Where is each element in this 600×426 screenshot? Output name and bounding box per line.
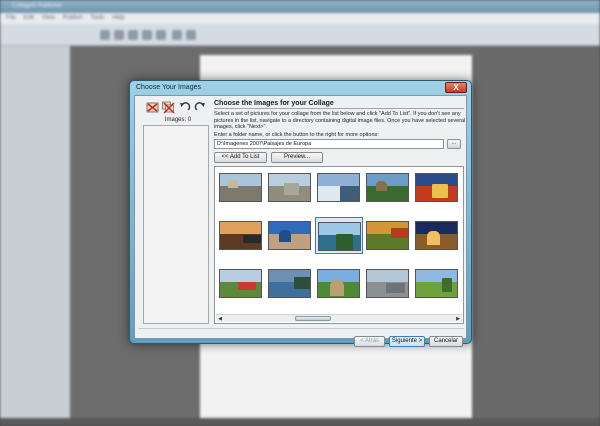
image-thumbnail[interactable] [364,217,412,254]
image-thumbnail[interactable] [413,169,461,206]
background-side-panel [0,46,70,426]
background-menu-bar: File Edit View Publish Tools Help [0,13,600,24]
grid-icon[interactable] [142,30,152,40]
instructions-text: Select a set of pictures for your collag… [214,111,466,130]
background-status-bar [0,418,600,426]
image-gallery[interactable]: ◀ ▶ [214,166,464,324]
browse-folder-button[interactable]: ... [447,139,461,149]
menu-file[interactable]: File [6,15,16,21]
images-count-label: Images: 0 [164,117,192,123]
thumbnail-image [366,269,409,298]
section-divider [214,108,464,109]
background-toolbar [0,24,600,46]
back-button[interactable]: < Atrás [354,336,385,347]
image-thumbnail[interactable] [364,265,412,302]
cancel-button[interactable]: Cancelar [429,336,463,347]
image-thumbnail[interactable] [413,217,461,254]
rotate-right-icon[interactable] [194,101,207,114]
thumbnail-image [268,173,311,202]
remove-all-icon[interactable] [162,101,175,114]
scrollbar-thumb[interactable] [295,316,331,321]
undo-icon[interactable] [172,30,182,40]
image-thumbnail[interactable] [315,169,363,206]
image-thumbnail[interactable] [217,169,265,206]
choose-images-dialog: Choose Your Images X Images: 0 Choose th… [129,80,472,347]
preview-button[interactable]: Preview... [271,152,323,163]
remove-image-icon[interactable] [146,101,159,114]
section-title: Choose the Images for your Collage [214,100,334,107]
image-thumbnail[interactable] [315,265,363,302]
thumbnail-image [415,269,458,298]
thumbnail-image [268,269,311,298]
menu-help[interactable]: Help [112,15,124,21]
horizontal-scrollbar[interactable]: ◀ ▶ [216,314,462,322]
background-right-area [472,46,600,426]
scroll-right-icon[interactable]: ▶ [455,316,461,322]
close-button[interactable]: X [445,82,467,93]
background-app-title: CollageIt Publisher [12,3,63,9]
redo-icon[interactable] [186,30,196,40]
dialog-title: Choose Your Images [136,84,201,91]
image-thumbnail[interactable] [266,217,314,254]
image-thumbnail[interactable] [217,217,265,254]
menu-tools[interactable]: Tools [90,15,104,21]
menu-edit[interactable]: Edit [24,15,34,21]
thumbnail-image [318,222,361,251]
image-thumbnail[interactable] [266,265,314,302]
scroll-left-icon[interactable]: ◀ [217,316,223,322]
thumbnail-image [219,221,262,250]
thumbnail-image [415,221,458,250]
list-tools [146,101,210,115]
next-button[interactable]: Siguiente > [389,336,425,347]
footer-divider [139,328,464,329]
background-title-bar: CollageIt Publisher [0,0,600,13]
folder-label: Enter a folder name, or click the button… [214,132,379,138]
thumbnail-image [268,221,311,250]
add-to-list-button[interactable]: << Add To List [214,152,267,163]
rotate-icon[interactable] [156,30,166,40]
menu-publish[interactable]: Publish [63,15,83,21]
zoom-out-icon[interactable] [114,30,124,40]
image-thumbnail[interactable] [217,265,265,302]
thumbnail-image [317,269,360,298]
rotate-left-icon[interactable] [178,101,191,114]
thumbnail-image [317,173,360,202]
folder-path-input[interactable]: D:\Imagenes 2007\Paisajes de Europa [214,139,444,149]
thumbnail-image [219,173,262,202]
image-thumbnail[interactable] [364,169,412,206]
thumbnail-image [219,269,262,298]
zoom-in-icon[interactable] [100,30,110,40]
thumbnail-image [415,173,458,202]
move-icon[interactable] [128,30,138,40]
menu-view[interactable]: View [42,15,55,21]
image-thumbnail[interactable] [315,217,363,254]
thumbnail-image [366,221,409,250]
image-thumbnail[interactable] [266,169,314,206]
thumbnail-image [366,173,409,202]
image-thumbnail[interactable] [413,265,461,302]
dialog-body: Images: 0 Choose the Images for your Col… [134,95,467,347]
selected-images-list[interactable] [143,125,209,324]
